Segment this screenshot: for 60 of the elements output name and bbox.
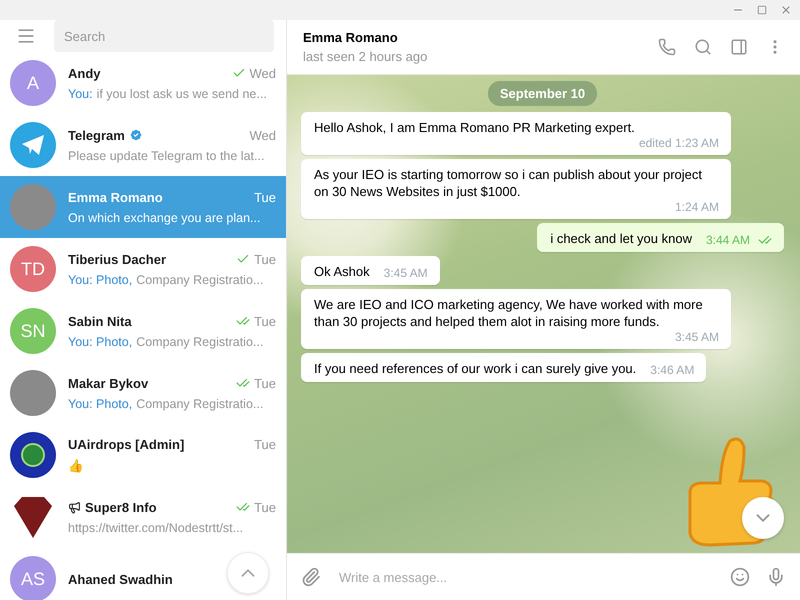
message-text: As your IEO is starting tomorrow so i can publish about your project on 30 News Websites in just $1000. [314,166,704,200]
date-label: September 10 [488,81,598,106]
message-text: Ok Ashok [314,263,370,280]
sender-label: You: Photo, [68,272,132,286]
message-time: edited 1:23 AM [638,136,719,150]
message-preview: Company Registratio... [136,272,264,286]
smile-icon[interactable] [730,567,750,587]
sender-label: You: Photo, [68,334,132,348]
paperclip-icon[interactable] [301,567,321,587]
sender-label: You: Photo, [68,396,132,410]
search-field[interactable]: Search [54,20,274,52]
chat-title: Emma Romano [303,30,399,45]
side-panel-icon[interactable] [730,38,748,56]
paper-plane-avatar [10,122,56,168]
message-text: If you need references of our work i can surely give you. [314,360,636,377]
last-seen-status: last seen 2 hours ago [303,49,428,64]
maximize-icon [757,5,767,15]
message-preview: 👍 [68,458,84,473]
message-preview: On which exchange you are plan... [68,210,260,224]
chat-time: Tue [254,252,276,266]
globe-avatar [10,432,56,478]
avatar: SN [10,308,56,354]
message-text: Hello Ashok, I am Emma Romano PR Marketing expert. [314,119,635,136]
message-preview: https://twitter.com/Nodestrtt/st... [68,520,244,534]
chat-time: Wed [250,66,276,80]
close-icon [780,4,792,16]
message-preview: if you lost ask us we send ne... [96,86,267,100]
message-preview: Company Registratio... [136,334,264,348]
message-time: 3:45 AM [384,266,428,280]
chat-name: UAirdrops [Admin] [68,437,184,452]
avatar: AS [10,556,56,600]
sender-label: You: [68,86,93,100]
message-time: 3:46 AM [650,363,694,377]
chat-time: Tue [254,314,276,328]
chat-name: Sabin Nita [68,314,132,328]
chat-name: Tiberius Dacher [68,252,166,266]
chat-name: Ahaned Swadhin [68,572,173,586]
chat-name: Telegram [68,128,125,142]
message-text: We are IEO and ICO marketing agency, We have worked with more than 30 projects and helped them alot in raising more funds. [314,296,704,330]
avatar: TD [10,246,56,292]
message-text: i check and let you know [550,230,692,247]
search-icon[interactable] [694,38,712,56]
message-time: 3:45 AM [674,330,719,344]
photo-placeholder [10,184,56,230]
chat-name: Makar Bykov [68,376,148,390]
chat-time: Tue [254,500,276,514]
avatar: A [10,60,56,106]
message-time: 1:24 AM [674,200,719,214]
phone-icon[interactable] [658,38,676,56]
photo-placeholder [10,370,56,416]
chat-time: Tue [254,190,276,204]
message-preview: Company Registratio... [136,396,264,410]
chat-name: Super8 Info [85,500,157,514]
chat-time: Tue [254,376,276,390]
message-time: 3:44 AM [706,233,750,247]
chat-name: Andy [68,66,100,80]
chat-time: Tue [254,437,276,452]
chat-time: Wed [250,128,276,142]
chat-name: Emma Romano [68,190,163,204]
message-preview: Please update Telegram to the lat... [68,148,264,162]
